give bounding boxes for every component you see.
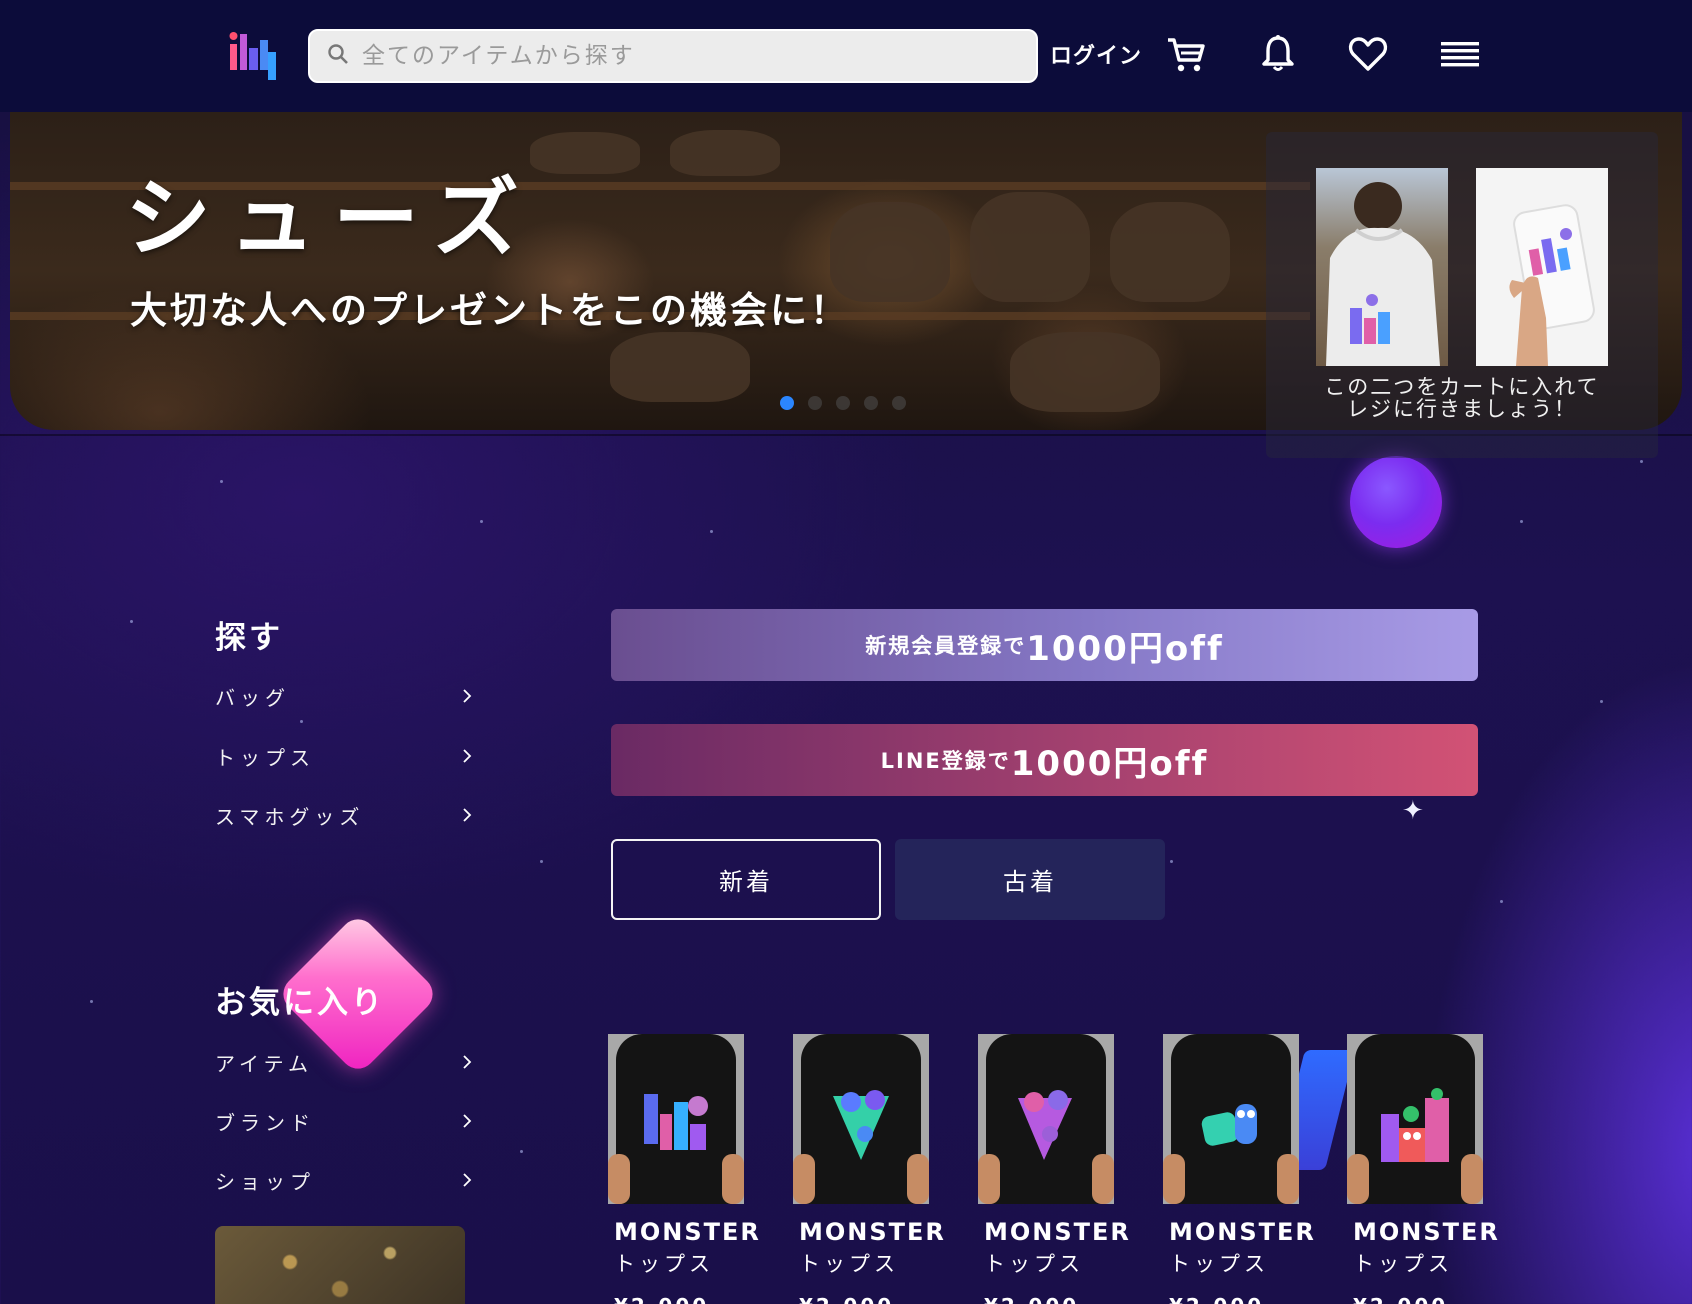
line-banner-text: LINE登録で — [880, 749, 1011, 773]
hamburger-menu-icon[interactable] — [1438, 32, 1482, 76]
product-price: ¥2,000 — [1163, 1294, 1299, 1304]
tab-new-arrivals[interactable]: 新着 — [611, 839, 881, 920]
sidebar-item-bags[interactable]: バッグ — [215, 676, 475, 716]
sparkle-icon: ✦ — [1402, 796, 1424, 826]
product-card[interactable]: MONSTER トップス ¥2,000 — [978, 1034, 1131, 1304]
sidebar-item-fav-shops[interactable]: ショップ — [215, 1160, 475, 1200]
product-image[interactable] — [1347, 1034, 1483, 1204]
carousel-dot-1[interactable] — [780, 396, 794, 410]
promo-phonecase-image[interactable] — [1476, 168, 1608, 366]
cart-icon[interactable] — [1164, 32, 1208, 76]
product-image[interactable] — [793, 1034, 929, 1204]
hero-subtitle: 大切な人へのプレゼントをこの機会に！ — [130, 289, 850, 332]
product-category: トップス — [1353, 1252, 1453, 1276]
product-card[interactable]: MONSTER トップス ¥2,000 — [1347, 1034, 1500, 1304]
product-name: MONSTER — [799, 1218, 946, 1246]
login-link[interactable]: ログイン — [1050, 38, 1142, 70]
signup-discount-banner[interactable]: 新規会員登録で 1000円off — [611, 609, 1478, 681]
product-price: ¥2,000 — [1347, 1294, 1483, 1304]
sidebar-item-label: アイテム — [215, 1051, 313, 1076]
product-name: MONSTER — [614, 1218, 761, 1246]
sidebar-item-phone-goods[interactable]: スマホグッズ — [215, 795, 475, 835]
hero-shoe — [1010, 332, 1160, 412]
product-category: トップス — [984, 1252, 1084, 1276]
carousel-dot-2[interactable] — [808, 396, 822, 410]
hero-shoe — [970, 192, 1090, 302]
promo-line-2: レジに行きましょう！ — [1347, 397, 1577, 421]
promo-message: この二つをカートに入れて レジに行きましょう！ — [1266, 376, 1658, 420]
chevron-right-icon — [463, 808, 472, 822]
explore-heading: 探す — [215, 620, 283, 656]
bell-icon[interactable] — [1256, 32, 1300, 76]
search-bar[interactable] — [308, 29, 1038, 83]
heart-icon[interactable] — [1346, 32, 1390, 76]
line-discount-banner[interactable]: LINE登録で 1000円off — [611, 724, 1478, 796]
sidebar-item-label: ブランド — [215, 1110, 315, 1135]
product-card[interactable]: MONSTER トップス ¥2,000 — [608, 1034, 761, 1304]
chevron-right-icon — [463, 1173, 472, 1187]
sidebar-item-label: スマホグッズ — [215, 804, 365, 829]
chevron-right-icon — [463, 749, 472, 763]
chevron-right-icon — [463, 1114, 472, 1128]
signup-banner-amount: 1000円off — [1026, 628, 1224, 669]
carousel-dot-4[interactable] — [864, 396, 878, 410]
carousel-dots — [780, 396, 906, 410]
product-category: トップス — [1169, 1252, 1269, 1276]
chevron-right-icon — [463, 1055, 472, 1069]
product-image[interactable] — [1163, 1034, 1299, 1204]
sidebar-item-label: ショップ — [215, 1169, 315, 1194]
signup-banner-text: 新規会員登録で — [865, 634, 1027, 658]
promo-hoodie-image[interactable] — [1316, 168, 1448, 366]
product-category: トップス — [614, 1252, 714, 1276]
decorative-orb — [1350, 456, 1442, 548]
product-name: MONSTER — [984, 1218, 1131, 1246]
sidebar-item-label: バッグ — [215, 685, 290, 710]
search-input[interactable] — [362, 43, 1002, 69]
product-price: ¥2,000 — [793, 1294, 929, 1304]
product-card[interactable]: MONSTER トップス ¥2,000 — [1163, 1034, 1316, 1304]
product-name: MONSTER — [1353, 1218, 1500, 1246]
product-price: ¥2,000 — [978, 1294, 1114, 1304]
hero-shoe — [610, 332, 750, 402]
product-category: トップス — [799, 1252, 899, 1276]
hero-title: シューズ — [125, 169, 537, 269]
carousel-dot-5[interactable] — [892, 396, 906, 410]
carousel-dot-3[interactable] — [836, 396, 850, 410]
promo-line-1: この二つをカートに入れて — [1324, 375, 1600, 399]
top-header: ログイン — [0, 0, 1692, 112]
product-card[interactable]: MONSTER トップス ¥2,000 — [793, 1034, 946, 1304]
promo-card[interactable]: この二つをカートに入れて レジに行きましょう！ — [1266, 132, 1658, 458]
site-logo[interactable] — [228, 28, 282, 82]
favorites-heading: お気に入り — [215, 985, 385, 1021]
product-image[interactable] — [978, 1034, 1114, 1204]
product-name: MONSTER — [1169, 1218, 1316, 1246]
sidebar-item-fav-items[interactable]: アイテム — [215, 1042, 475, 1082]
hero-shoe — [670, 130, 780, 176]
hero-shoe — [1110, 202, 1230, 302]
sidebar-thumbnail-image[interactable] — [215, 1226, 465, 1304]
tab-used-clothing[interactable]: 古着 — [895, 839, 1165, 920]
search-icon — [326, 42, 350, 70]
product-image[interactable] — [608, 1034, 744, 1204]
line-banner-amount: 1000円off — [1010, 743, 1209, 784]
sidebar-item-tops[interactable]: トップス — [215, 736, 475, 776]
product-price: ¥2,000 — [608, 1294, 744, 1304]
chevron-right-icon — [463, 689, 472, 703]
sidebar-item-fav-brands[interactable]: ブランド — [215, 1101, 475, 1141]
sidebar-item-label: トップス — [215, 745, 315, 770]
hero-shoe — [530, 132, 640, 174]
